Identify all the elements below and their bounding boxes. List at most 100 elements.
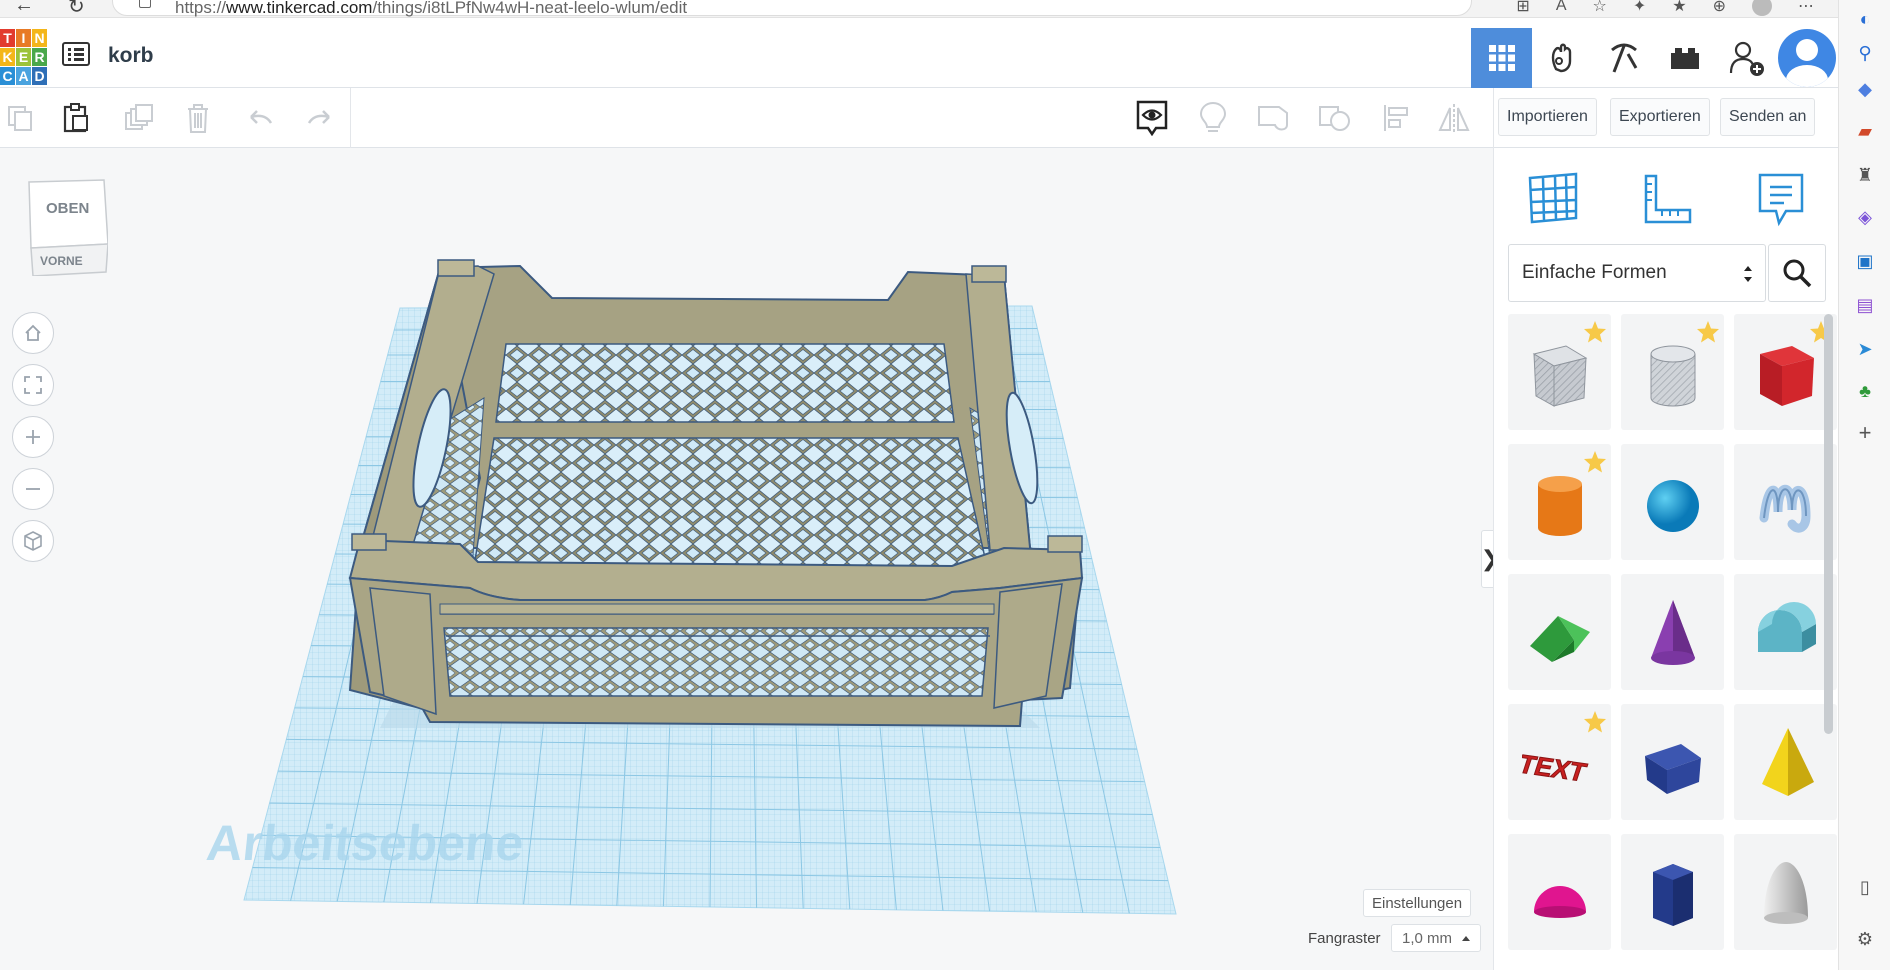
address-bar[interactable]: https://www.tinkercad.com/things/i8tLPfN… (112, 0, 1472, 17)
shape-tile[interactable] (1734, 574, 1837, 690)
snap-grid-label: Fangraster (1308, 930, 1381, 947)
panel-collapse-button[interactable]: ❯ (1481, 530, 1493, 588)
settings-icon[interactable]: ⚙ (1853, 928, 1877, 950)
delete-button[interactable] (180, 100, 216, 136)
send-icon[interactable]: ➤ (1853, 338, 1877, 360)
shape-tile[interactable] (1734, 314, 1837, 430)
favorite-star-icon[interactable] (1583, 450, 1607, 474)
shape-tile[interactable] (1621, 704, 1724, 820)
add-icon[interactable]: + (1853, 420, 1877, 445)
tools-icon[interactable]: ▰ (1853, 120, 1877, 142)
export-button[interactable]: Exportieren (1610, 98, 1710, 136)
shape-tile[interactable] (1508, 444, 1611, 560)
mirror-button[interactable] (1436, 100, 1472, 136)
paraboloid-icon (1763, 862, 1808, 924)
shape-tile[interactable] (1621, 834, 1724, 950)
ruler-tool-button[interactable] (1636, 168, 1698, 230)
shape-tile[interactable] (1734, 444, 1837, 560)
home-icon (25, 324, 41, 341)
prism-icon (1644, 744, 1701, 794)
redo-button[interactable] (302, 100, 338, 136)
notes-tool-button[interactable] (1750, 168, 1812, 230)
design-title[interactable]: korb (108, 44, 154, 68)
workplane-tool-button[interactable] (1522, 168, 1584, 230)
panel-scrollbar[interactable] (1824, 314, 1833, 734)
shape-search-button[interactable] (1768, 244, 1826, 302)
design-list-icon[interactable] (62, 42, 90, 66)
undo-button[interactable] (242, 100, 278, 136)
shape-tile[interactable] (1734, 834, 1837, 950)
copy-button[interactable] (2, 100, 38, 136)
collections-icon[interactable]: ⊕ (1713, 0, 1726, 16)
fit-view-button[interactable] (12, 364, 54, 406)
more-icon[interactable]: ⋯ (1798, 0, 1814, 16)
3d-scene[interactable]: Arbeitsebene (0, 148, 1493, 970)
favorite-star-icon[interactable] (1696, 320, 1720, 344)
sidebar-toggle-icon[interactable]: ▯ (1853, 876, 1877, 898)
shape-tile[interactable] (1621, 314, 1724, 430)
favorite-add-icon[interactable]: ☆ (1593, 0, 1607, 16)
shape-tile[interactable] (1508, 574, 1611, 690)
paste-button[interactable] (58, 100, 94, 136)
search-icon[interactable]: ⚲ (1853, 42, 1877, 64)
ungroup-button[interactable] (1317, 100, 1353, 136)
shape-tile[interactable] (1621, 574, 1724, 690)
polygon-icon (1652, 864, 1693, 926)
back-icon[interactable]: ← (14, 0, 34, 17)
office-icon[interactable]: ◈ (1853, 206, 1877, 228)
logo-letter: E (16, 48, 31, 66)
shape-tile[interactable]: TEXT (1508, 704, 1611, 820)
zoom-out-button[interactable] (12, 468, 54, 510)
outlook-icon[interactable]: ▣ (1853, 250, 1877, 272)
zoom-in-button[interactable] (12, 416, 54, 458)
browser-profile-avatar[interactable] (1752, 0, 1772, 16)
workplane-viewport[interactable]: Arbeitsebene OBEN VORNE Einstellungen Fa… (0, 148, 1493, 970)
group-button[interactable] (1256, 100, 1292, 136)
logo-letter: A (16, 67, 31, 85)
favorites-icon[interactable]: ★ (1672, 0, 1686, 16)
import-button[interactable]: Importieren (1498, 98, 1597, 136)
snap-grid-select[interactable]: 1,0 mm (1391, 924, 1481, 952)
view-cube-top-label[interactable]: OBEN (46, 200, 89, 217)
bricks-button[interactable] (1654, 28, 1715, 88)
extensions-icon[interactable]: ✦ (1633, 0, 1646, 16)
blocks-button[interactable] (1593, 28, 1654, 88)
invite-button[interactable] (1715, 28, 1776, 88)
lock-icon (139, 0, 151, 8)
shape-tile[interactable] (1508, 834, 1611, 950)
crate-model[interactable] (348, 259, 1084, 728)
shape-category-select[interactable]: Einfache Formen (1508, 244, 1766, 302)
duplicate-button[interactable] (120, 100, 156, 136)
shape-tile[interactable] (1508, 314, 1611, 430)
designer-icon[interactable]: ▤ (1853, 294, 1877, 316)
split-screen-icon[interactable]: ⊞ (1516, 0, 1529, 16)
view-cube[interactable]: OBEN VORNE (26, 178, 109, 277)
view-cube-front-label[interactable]: VORNE (40, 254, 83, 268)
profile-avatar[interactable] (1778, 29, 1836, 87)
sim-lab-button[interactable] (1532, 28, 1593, 88)
3d-view-button[interactable] (1471, 28, 1532, 88)
read-aloud-icon[interactable]: A (1556, 0, 1567, 15)
tree-icon[interactable]: ♣ (1853, 380, 1877, 402)
logo-letter: I (16, 29, 31, 47)
align-button[interactable] (1378, 100, 1414, 136)
shape-tile[interactable] (1621, 444, 1724, 560)
tinkercad-logo[interactable]: TINKERCAD (0, 29, 47, 86)
app-header: TINKERCAD korb (0, 18, 1838, 88)
workplane-label: Arbeitsebene (204, 815, 527, 871)
perspective-button[interactable] (12, 520, 54, 562)
send-to-button[interactable]: Senden an (1720, 98, 1816, 136)
light-button[interactable] (1195, 100, 1231, 136)
favorite-star-icon[interactable] (1583, 320, 1607, 344)
shape-tile[interactable] (1734, 704, 1837, 820)
shopping-tag-icon[interactable]: ◆ (1853, 78, 1877, 100)
show-notes-button[interactable] (1134, 100, 1170, 136)
home-view-button[interactable] (12, 312, 54, 354)
workplane-settings-button[interactable]: Einstellungen (1363, 889, 1472, 917)
favorite-star-icon[interactable] (1583, 710, 1607, 734)
copilot-icon[interactable]: ◐ (1853, 8, 1877, 30)
ruler-icon (1644, 174, 1692, 224)
games-icon[interactable]: ♜ (1853, 164, 1877, 186)
shapes-panel: Einfache Formen TEXT (1493, 148, 1838, 970)
refresh-icon[interactable]: ↻ (68, 0, 85, 17)
